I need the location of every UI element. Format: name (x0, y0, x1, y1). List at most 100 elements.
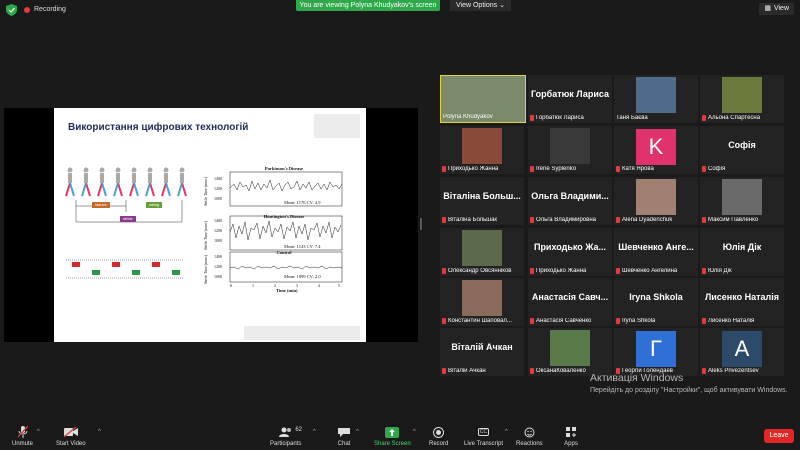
start-video-label: Start Video (56, 441, 86, 447)
svg-text:1: 1 (252, 283, 254, 288)
participant-tile[interactable]: Г Георгій Голендаев (614, 328, 698, 376)
unmute-button[interactable]: Unmute (12, 426, 33, 447)
participant-tile[interactable]: Приходько Жа... Приходько Жанна (528, 228, 612, 276)
participant-display-name: Юлія Дік (722, 242, 762, 252)
muted-mic-icon (702, 318, 706, 324)
participant-tile[interactable]: Віталій Ачкан Віталій Ачкан (440, 328, 524, 376)
participant-tile[interactable]: Приходько Жанна (440, 126, 524, 174)
chat-button[interactable]: Chat (337, 426, 351, 447)
participant-tile[interactable]: ОксанаКоваленко (528, 328, 612, 376)
participant-name: Максим Павленко (708, 217, 759, 223)
grid-icon: ▦ (764, 5, 771, 12)
participant-display-name: Софія (728, 140, 756, 150)
chevron-down-icon: ⌄ (499, 2, 505, 9)
participant-tile[interactable]: Alena Dyadenchuk (614, 177, 698, 225)
record-button[interactable]: Record (429, 426, 448, 447)
participant-name: Олександр Овсянніков (448, 268, 512, 274)
muted-mic-icon (16, 426, 30, 438)
participant-tile[interactable]: Шевченко Анге... Шевченко Ангелина (614, 228, 698, 276)
video-off-icon (63, 426, 78, 438)
participant-name-label: Олександр Овсянніков (442, 268, 512, 274)
participant-name-label: Горбатюк Лариса (530, 115, 584, 121)
participant-display-name: Приходько Жа... (533, 242, 607, 252)
view-options-button[interactable]: View Options ⌄ (450, 0, 511, 11)
graph-xlabel: Time (min) (276, 288, 298, 293)
shield-icon[interactable] (6, 4, 17, 16)
participant-tile[interactable]: Лисенко Наталія Лисенко Наталія (700, 278, 784, 326)
participant-tile[interactable]: Анастасія Савч... Анастасія Савченко (528, 278, 612, 326)
participant-tile[interactable]: Irene Syplenko (528, 126, 612, 174)
participant-name: Віталіна Большак (448, 217, 498, 223)
participant-tile[interactable]: Олександр Овсянніков (440, 228, 524, 276)
share-screen-button[interactable]: Share Screen (374, 426, 411, 447)
svg-text:1200: 1200 (214, 186, 222, 191)
participants-caret[interactable]: ^ (313, 429, 316, 435)
muted-mic-icon (702, 268, 706, 274)
participant-tile[interactable]: Ольга Владими... Ольга Владимировна (528, 177, 612, 225)
apps-button[interactable]: Apps (564, 426, 578, 447)
muted-mic-icon (442, 217, 446, 223)
unmute-label: Unmute (12, 441, 34, 447)
muted-mic-icon (442, 318, 446, 324)
participant-tile[interactable]: Софія Софія (700, 126, 784, 174)
participant-video (636, 77, 676, 113)
participant-tile[interactable]: Максим Павленко (700, 177, 784, 225)
participant-tile[interactable]: Горбатюк Лариса Горбатюк Лариса (528, 75, 612, 123)
participant-name: Юлія Дік (708, 268, 732, 274)
start-video-button[interactable]: Start Video (56, 426, 86, 447)
muted-mic-icon (530, 368, 534, 374)
participant-name-label: Iryna Shkola (616, 318, 655, 324)
participant-tile[interactable]: Iryna Shkola Iryna Shkola (614, 278, 698, 326)
chat-caret[interactable]: ^ (356, 429, 359, 435)
participant-avatar: K (636, 129, 676, 165)
svg-text:1000: 1000 (214, 274, 222, 279)
participant-tile[interactable]: K Катя Ярова (614, 126, 698, 174)
participant-tile[interactable]: Юлія Дік Юлія Дік (700, 228, 784, 276)
participants-button[interactable]: 62 Participants (270, 426, 302, 447)
muted-mic-icon (442, 368, 446, 374)
muted-mic-icon (702, 115, 706, 121)
participant-tile[interactable]: Таня Баєва (614, 75, 698, 123)
muted-mic-icon (530, 115, 534, 121)
participant-display-name: Лисенко Наталія (704, 292, 780, 302)
slide-title: Використання цифрових технологій (68, 122, 249, 133)
leave-button[interactable]: Leave (764, 429, 794, 443)
participant-video (550, 330, 590, 366)
view-button[interactable]: ▦ View (759, 3, 794, 15)
video-options-caret[interactable]: ^ (98, 429, 101, 435)
participants-icon: 62 (278, 426, 302, 438)
participant-display-name: Iryna Shkola (629, 292, 683, 302)
graph1-ylabel: Stride Time (msec) (204, 176, 208, 206)
participant-name-label: Таня Баєва (616, 115, 648, 121)
svg-text:1200: 1200 (214, 264, 222, 269)
participant-video (462, 128, 502, 164)
participant-tile[interactable]: Polyna Khudyakov (440, 75, 526, 123)
participant-name-label: Лисенко Наталія (702, 318, 754, 324)
participant-tile[interactable]: A Aleks Privezentsev (700, 328, 784, 376)
participant-name-label: Шевченко Ангелина (616, 268, 677, 274)
participants-count: 62 (295, 427, 303, 433)
share-caret[interactable]: ^ (413, 429, 416, 435)
participant-tile[interactable]: Віталіна Больш... Віталіна Большак (440, 177, 524, 225)
participant-tile[interactable]: Константин Шаповал... (440, 278, 524, 326)
slide-logo (314, 114, 360, 138)
muted-mic-icon (616, 318, 620, 324)
recording-indicator[interactable]: Recording (24, 6, 66, 13)
audio-options-caret[interactable]: ^ (37, 429, 40, 435)
split-divider-handle[interactable] (420, 218, 422, 230)
presentation-slide: Використання цифрових технологій stance … (54, 108, 366, 342)
view-options-label: View Options (456, 2, 498, 9)
participant-name: Приходько Жанна (448, 166, 499, 172)
reactions-button[interactable]: Reactions (516, 426, 543, 447)
participant-display-name: Ольга Владими... (531, 191, 609, 201)
watermark-title: Активація Windows (590, 372, 684, 384)
graph3-stats: Mean: 1099 CV: 2.0 (284, 274, 321, 279)
participant-tile[interactable]: Альона Спартесна (700, 75, 784, 123)
participant-name: Ольга Владимировна (536, 217, 596, 223)
transcript-caret[interactable]: ^ (505, 429, 508, 435)
muted-mic-icon (530, 268, 534, 274)
muted-mic-icon (616, 268, 620, 274)
participant-name: Таня Баєва (616, 115, 648, 121)
svg-text:1000: 1000 (214, 238, 222, 243)
live-transcript-button[interactable]: CC Live Transcript (464, 426, 503, 447)
